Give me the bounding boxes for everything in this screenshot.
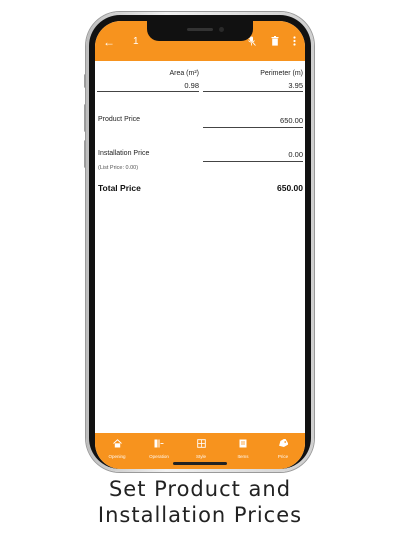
nav-items[interactable]: Items xyxy=(223,439,263,459)
area-underline xyxy=(97,91,199,92)
speaker-icon xyxy=(187,28,213,31)
nav-price[interactable]: Price xyxy=(263,438,303,459)
back-arrow-icon[interactable]: ← xyxy=(103,35,115,49)
page-title: 1 xyxy=(133,36,139,47)
product-price-underline xyxy=(203,127,303,128)
nav-opening-label: Opening xyxy=(108,454,126,459)
nav-price-label: Price xyxy=(277,454,289,459)
perimeter-label: Perimeter (m) xyxy=(260,70,303,77)
trash-icon[interactable] xyxy=(271,36,279,49)
window-icon xyxy=(181,439,221,452)
promo-caption: Set Product and Installation Prices xyxy=(0,476,400,528)
more-vert-icon[interactable] xyxy=(293,36,296,49)
product-price-label: Product Price xyxy=(98,116,141,123)
nav-opening[interactable]: Opening xyxy=(97,439,137,459)
tag-icon xyxy=(263,438,303,452)
camera-icon xyxy=(219,27,224,32)
phone-screen: ← 1 Area (m²) 0.98 Perimeter (m) 3.95 Pr… xyxy=(95,21,305,469)
phone-mockup: ← 1 Area (m²) 0.98 Perimeter (m) 3.95 Pr… xyxy=(86,12,314,472)
nav-style[interactable]: Style xyxy=(181,439,221,459)
nav-items-label: Items xyxy=(237,454,249,459)
installation-price-underline xyxy=(203,161,303,162)
nav-style-label: Style xyxy=(195,454,206,459)
caption-line-1: Set Product and xyxy=(108,477,292,501)
product-price-field[interactable]: 650.00 xyxy=(205,116,303,125)
area-label: Area (m²) xyxy=(169,70,199,77)
home-icon xyxy=(97,439,137,452)
perimeter-field[interactable]: 3.95 xyxy=(235,81,303,90)
nav-operation-label: Operation xyxy=(149,454,169,459)
bottom-navigation: Opening Operation Style Items Price xyxy=(95,433,305,469)
nav-operation[interactable]: Operation xyxy=(139,439,179,459)
total-price-value: 650.00 xyxy=(277,183,303,193)
installation-price-label: Installation Price xyxy=(98,150,150,157)
area-field[interactable]: 0.98 xyxy=(135,81,199,90)
caption-line-2: Installation Prices xyxy=(97,503,303,527)
total-price-label: Total Price xyxy=(98,183,141,193)
perimeter-underline xyxy=(203,91,303,92)
phone-frame: ← 1 Area (m²) 0.98 Perimeter (m) 3.95 Pr… xyxy=(89,15,311,469)
list-price-note: (List Price: 0.00) xyxy=(98,165,139,171)
home-indicator xyxy=(173,462,227,465)
installation-price-field[interactable]: 0.00 xyxy=(205,150,303,159)
phone-notch xyxy=(147,21,253,41)
items-icon xyxy=(223,439,263,452)
operation-icon xyxy=(139,439,179,452)
